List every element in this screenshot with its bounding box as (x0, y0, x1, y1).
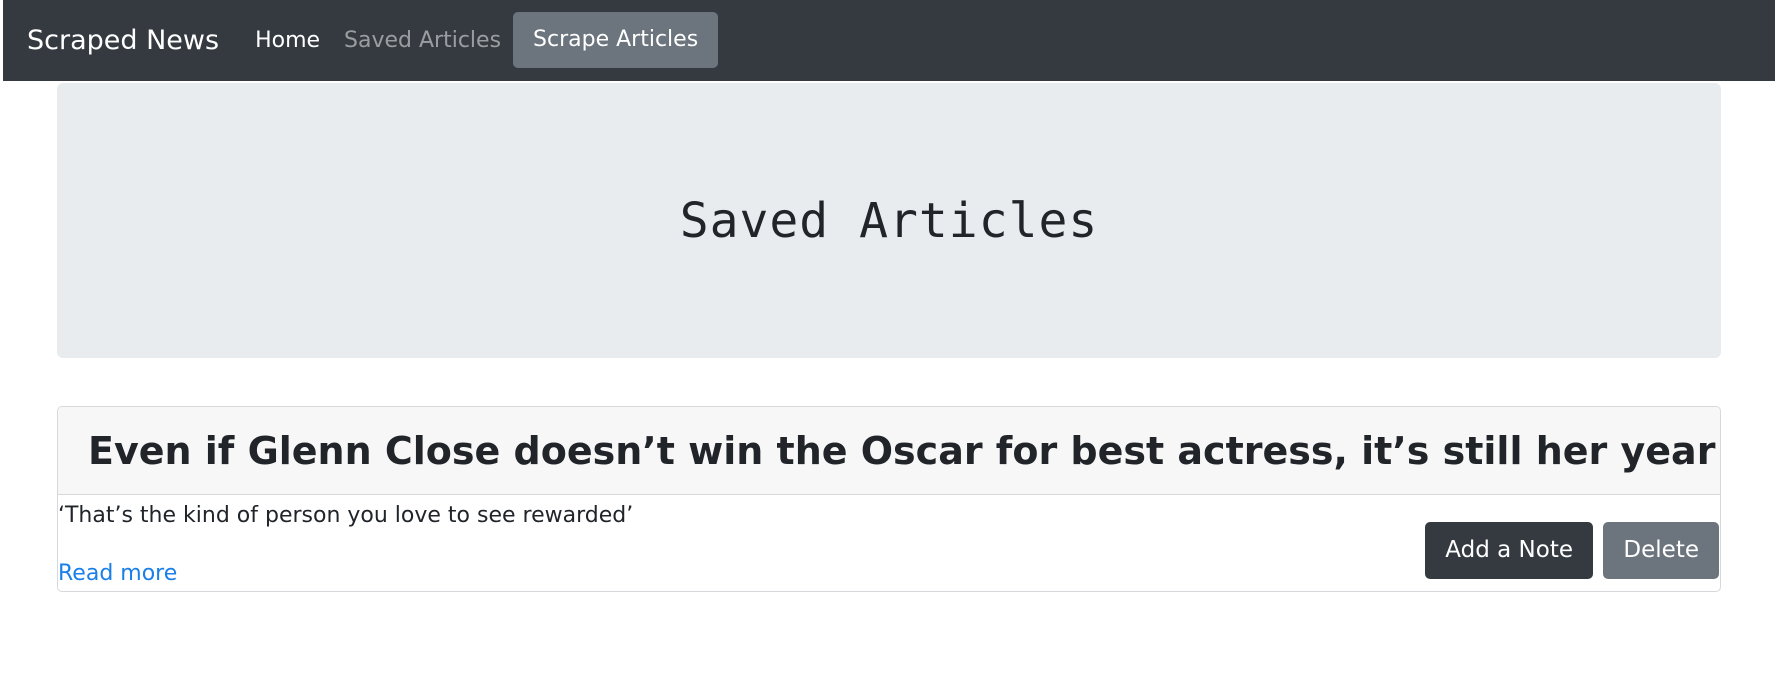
delete-button[interactable]: Delete (1603, 522, 1719, 579)
article-card: Even if Glenn Close doesn’t win the Osca… (57, 406, 1721, 592)
nav-home-link[interactable]: Home (255, 28, 320, 53)
page-title: Saved Articles (679, 192, 1099, 249)
read-more-link[interactable]: Read more (58, 561, 177, 586)
jumbotron: Saved Articles (57, 83, 1721, 358)
brand-link[interactable]: Scraped News (27, 25, 219, 56)
scrape-articles-button[interactable]: Scrape Articles (513, 11, 719, 68)
article-summary: ‘That’s the kind of person you love to s… (58, 503, 634, 528)
add-note-button[interactable]: Add a Note (1425, 522, 1593, 579)
article-card-header: Even if Glenn Close doesn’t win the Osca… (58, 407, 1720, 495)
navbar: Scraped News Home Saved Articles Scrape … (3, 0, 1775, 81)
article-headline: Even if Glenn Close doesn’t win the Osca… (88, 428, 1716, 473)
nav-saved-articles-link[interactable]: Saved Articles (344, 28, 501, 53)
